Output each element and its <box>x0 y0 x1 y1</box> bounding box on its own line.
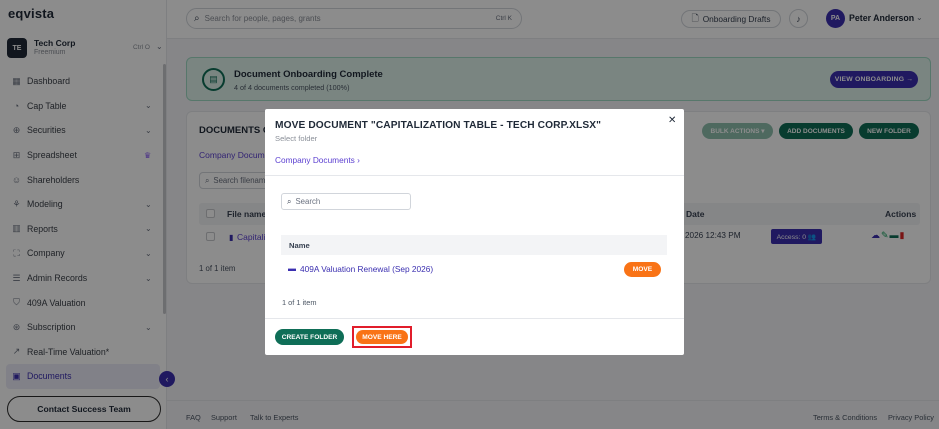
folder-search-input[interactable]: ⌕ Search <box>281 193 411 210</box>
divider <box>265 175 684 176</box>
table-row[interactable]: ▬ 409A Valuation Renewal (Sep 2026) MOVE <box>281 259 667 279</box>
create-folder-button[interactable]: CREATE FOLDER <box>275 329 344 345</box>
folder-name[interactable]: 409A Valuation Renewal (Sep 2026) <box>300 264 433 274</box>
modal-title: MOVE DOCUMENT "CAPITALIZATION TABLE - TE… <box>275 120 602 131</box>
modal-subtitle: Select folder <box>275 134 318 143</box>
folder-count: 1 of 1 item <box>282 298 317 307</box>
move-document-dialog: MOVE DOCUMENT "CAPITALIZATION TABLE - TE… <box>265 109 684 355</box>
folder-table-header: Name <box>281 235 667 255</box>
search-placeholder: Search <box>295 197 321 206</box>
move-button[interactable]: MOVE <box>624 262 661 277</box>
search-icon: ⌕ <box>287 196 292 206</box>
folder-icon: ▬ <box>288 264 296 273</box>
modal-breadcrumb[interactable]: Company Documents › <box>275 155 360 165</box>
divider <box>265 318 684 319</box>
move-here-button[interactable]: MOVE HERE <box>356 330 408 344</box>
close-icon[interactable]: ✕ <box>668 115 676 126</box>
column-name: Name <box>289 241 310 250</box>
highlight-box: MOVE HERE <box>352 326 412 348</box>
